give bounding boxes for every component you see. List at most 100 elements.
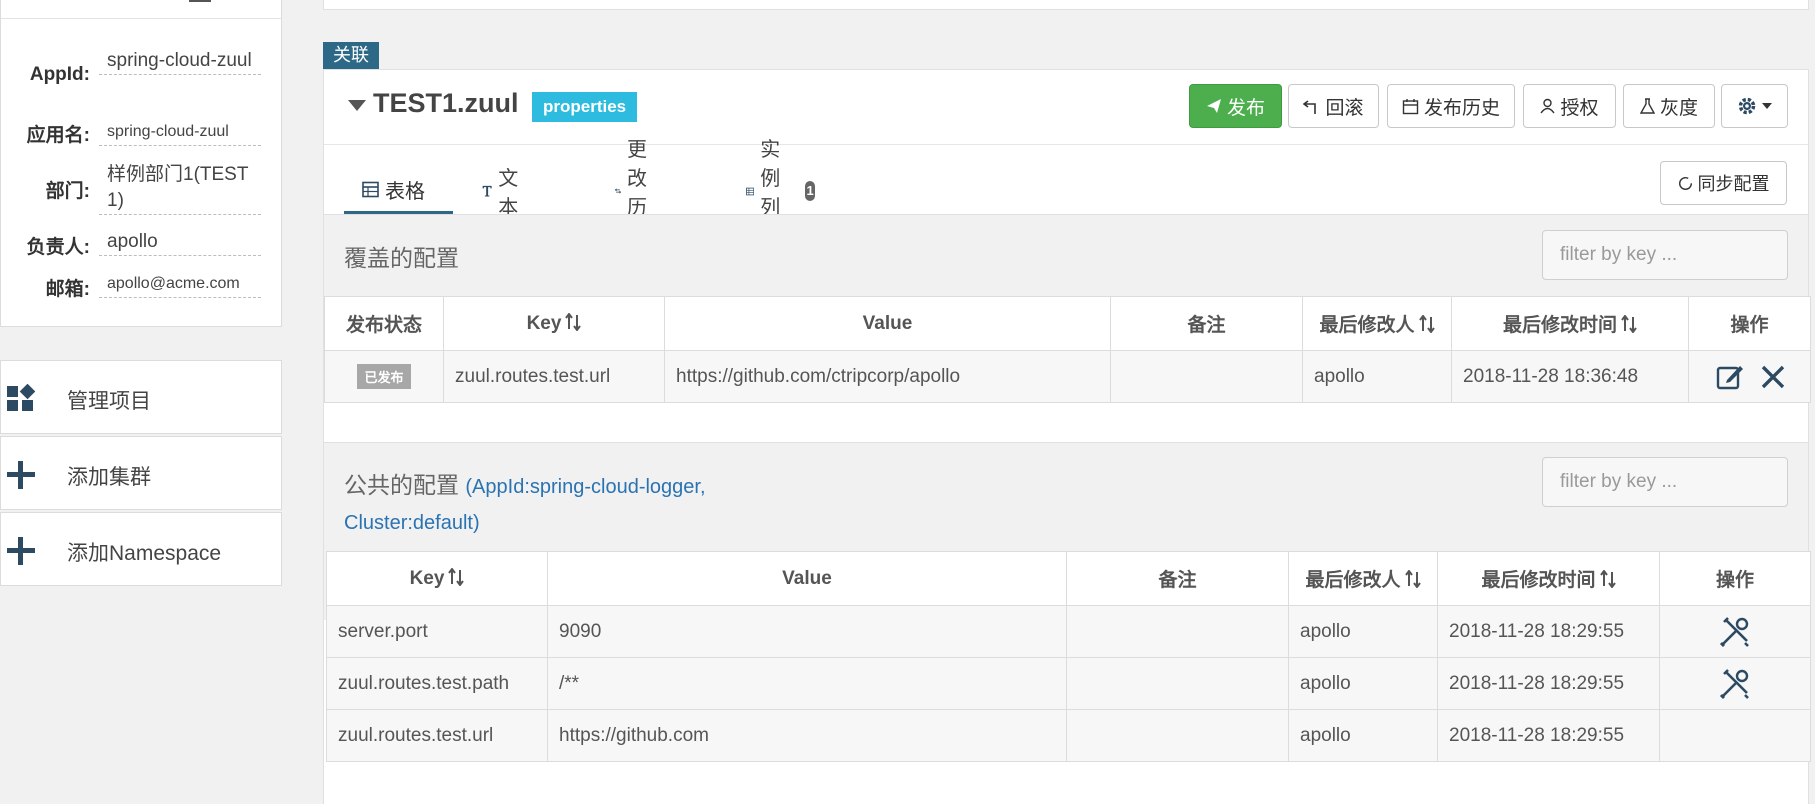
modifier-cell: apollo [1288, 605, 1438, 658]
comment-cell [1066, 709, 1289, 762]
column-header: 备注 [1066, 551, 1289, 606]
action-cell [1659, 709, 1811, 762]
delete-icon[interactable] [1761, 365, 1785, 389]
key-cell: zuul.routes.test.url [326, 709, 548, 762]
gray-release-button[interactable]: 灰度 [1623, 84, 1715, 128]
rollback-button[interactable]: 回滚 [1288, 84, 1379, 128]
column-header-modifier[interactable]: 最后修改人 [1302, 296, 1452, 351]
table-row: zuul.routes.test.path /** apollo 2018-11… [326, 657, 1811, 710]
app-info-card: AppId: spring-cloud-zuul 应用名: spring-clo… [0, 0, 282, 327]
appid-value: spring-cloud-zuul [99, 48, 261, 75]
flask-icon [1639, 98, 1655, 114]
sidebar-item-add-cluster[interactable]: 添加集群 [0, 436, 282, 510]
authorize-label: 授权 [1560, 97, 1599, 119]
action-cell [1659, 605, 1811, 658]
column-header-modifier[interactable]: 最后修改人 [1288, 551, 1438, 606]
text-icon [482, 185, 492, 197]
rollback-label: 回滚 [1325, 97, 1364, 119]
plus-icon [6, 460, 36, 490]
time-cell: 2018-11-28 18:29:55 [1437, 709, 1660, 762]
column-header-label: Key [526, 312, 562, 334]
column-header-label: Key [409, 567, 445, 589]
modifier-cell: apollo [1288, 709, 1438, 762]
column-header-label: 最后修改人 [1319, 315, 1415, 336]
tab-label: 表格 [385, 181, 425, 203]
column-header-label: 最后修改时间 [1481, 570, 1596, 591]
tab-change-history[interactable]: 更改历史 [597, 139, 675, 248]
appid-label: AppId: [29, 64, 90, 85]
card-top-mark [189, 0, 211, 2]
time-cell: 2018-11-28 18:36:48 [1451, 350, 1689, 403]
status-cell: 已发布 [324, 350, 444, 403]
column-header-label: 最后修改人 [1305, 570, 1401, 591]
public-source-cluster-link[interactable]: Cluster:default) [344, 512, 480, 534]
collapse-caret-icon[interactable] [348, 100, 366, 111]
tab-text[interactable]: 文本 [464, 168, 542, 219]
edit-icon[interactable] [1715, 362, 1745, 392]
sort-icon [1418, 315, 1435, 333]
sort-icon [565, 312, 582, 331]
publish-button[interactable]: 发布 [1189, 84, 1282, 128]
user-icon [1540, 98, 1556, 114]
column-header: 操作 [1659, 551, 1811, 606]
owner-label: 负责人: [26, 237, 90, 258]
table-row: server.port 9090 apollo 2018-11-28 18:29… [326, 605, 1811, 658]
calendar-icon [1402, 98, 1419, 114]
format-badge: properties [532, 92, 638, 122]
column-header-time[interactable]: 最后修改时间 [1437, 551, 1660, 606]
sync-config-button[interactable]: 同步配置 [1660, 161, 1787, 205]
column-header-label: 最后修改时间 [1502, 315, 1617, 336]
section-gap [324, 424, 1808, 442]
authorize-button[interactable]: 授权 [1523, 84, 1616, 128]
public-source-app-link[interactable]: (AppId:spring-cloud-logger, [465, 476, 705, 498]
key-cell: zuul.routes.test.path [326, 657, 548, 710]
sort-icon [448, 567, 465, 586]
modifier-cell: apollo [1288, 657, 1438, 710]
settings-dropdown-button[interactable] [1721, 84, 1788, 128]
publish-history-label: 发布历史 [1423, 97, 1500, 119]
publish-history-button[interactable]: 发布历史 [1387, 84, 1515, 128]
comment-cell [1110, 350, 1303, 403]
action-cell [1688, 350, 1811, 403]
department-value: 样例部门1(TEST1) [99, 162, 261, 215]
modifier-cell: apollo [1302, 350, 1452, 403]
gear-icon [1738, 97, 1756, 115]
column-header: Value [547, 551, 1067, 606]
refresh-icon [1678, 176, 1692, 190]
sidebar-item-add-namespace[interactable]: 添加Namespace [0, 512, 282, 586]
column-header-time[interactable]: 最后修改时间 [1451, 296, 1689, 351]
column-header: 备注 [1110, 296, 1303, 351]
public-section-title-text: 公共的配置 [344, 472, 459, 498]
email-value: apollo@acme.com [99, 271, 261, 298]
value-cell: /** [547, 657, 1067, 710]
comment-cell [1066, 605, 1289, 658]
status-badge: 已发布 [357, 364, 411, 389]
sidebar-item-label: 管理项目 [67, 390, 151, 413]
sort-icon [1599, 570, 1616, 588]
tab-instance-list[interactable]: 实例列表 1 [728, 139, 833, 248]
key-cell: server.port [326, 605, 548, 658]
sort-icon [1404, 570, 1421, 588]
tab-table[interactable]: 表格 [344, 168, 453, 214]
column-header: 操作 [1688, 296, 1811, 351]
sidebar-item-manage-project[interactable]: 管理项目 [0, 360, 282, 434]
caret-down-icon [1762, 103, 1772, 109]
list-icon [746, 187, 755, 195]
dashboard-icon [6, 383, 36, 414]
column-header-key[interactable]: Key [326, 551, 548, 606]
key-cell: zuul.routes.test.url [443, 350, 665, 403]
column-header-key[interactable]: Key [443, 296, 665, 351]
namespace-title: TEST1.zuul [373, 88, 519, 118]
override-icon[interactable] [1719, 616, 1751, 648]
publish-label: 发布 [1226, 97, 1265, 119]
public-filter-input[interactable] [1542, 457, 1788, 507]
app-name-label: 应用名: [26, 125, 90, 146]
value-cell: 9090 [547, 605, 1067, 658]
app-name-value: spring-cloud-zuul [99, 119, 261, 146]
namespace-header: TEST1.zuul properties 发布 回滚 发布历史 授权 灰度 [324, 70, 1808, 145]
owner-value: apollo [99, 229, 261, 256]
override-icon[interactable] [1719, 668, 1751, 700]
override-filter-input[interactable] [1542, 230, 1788, 280]
time-cell: 2018-11-28 18:29:55 [1437, 605, 1660, 658]
value-cell: https://github.com/ctripcorp/apollo [664, 350, 1111, 403]
